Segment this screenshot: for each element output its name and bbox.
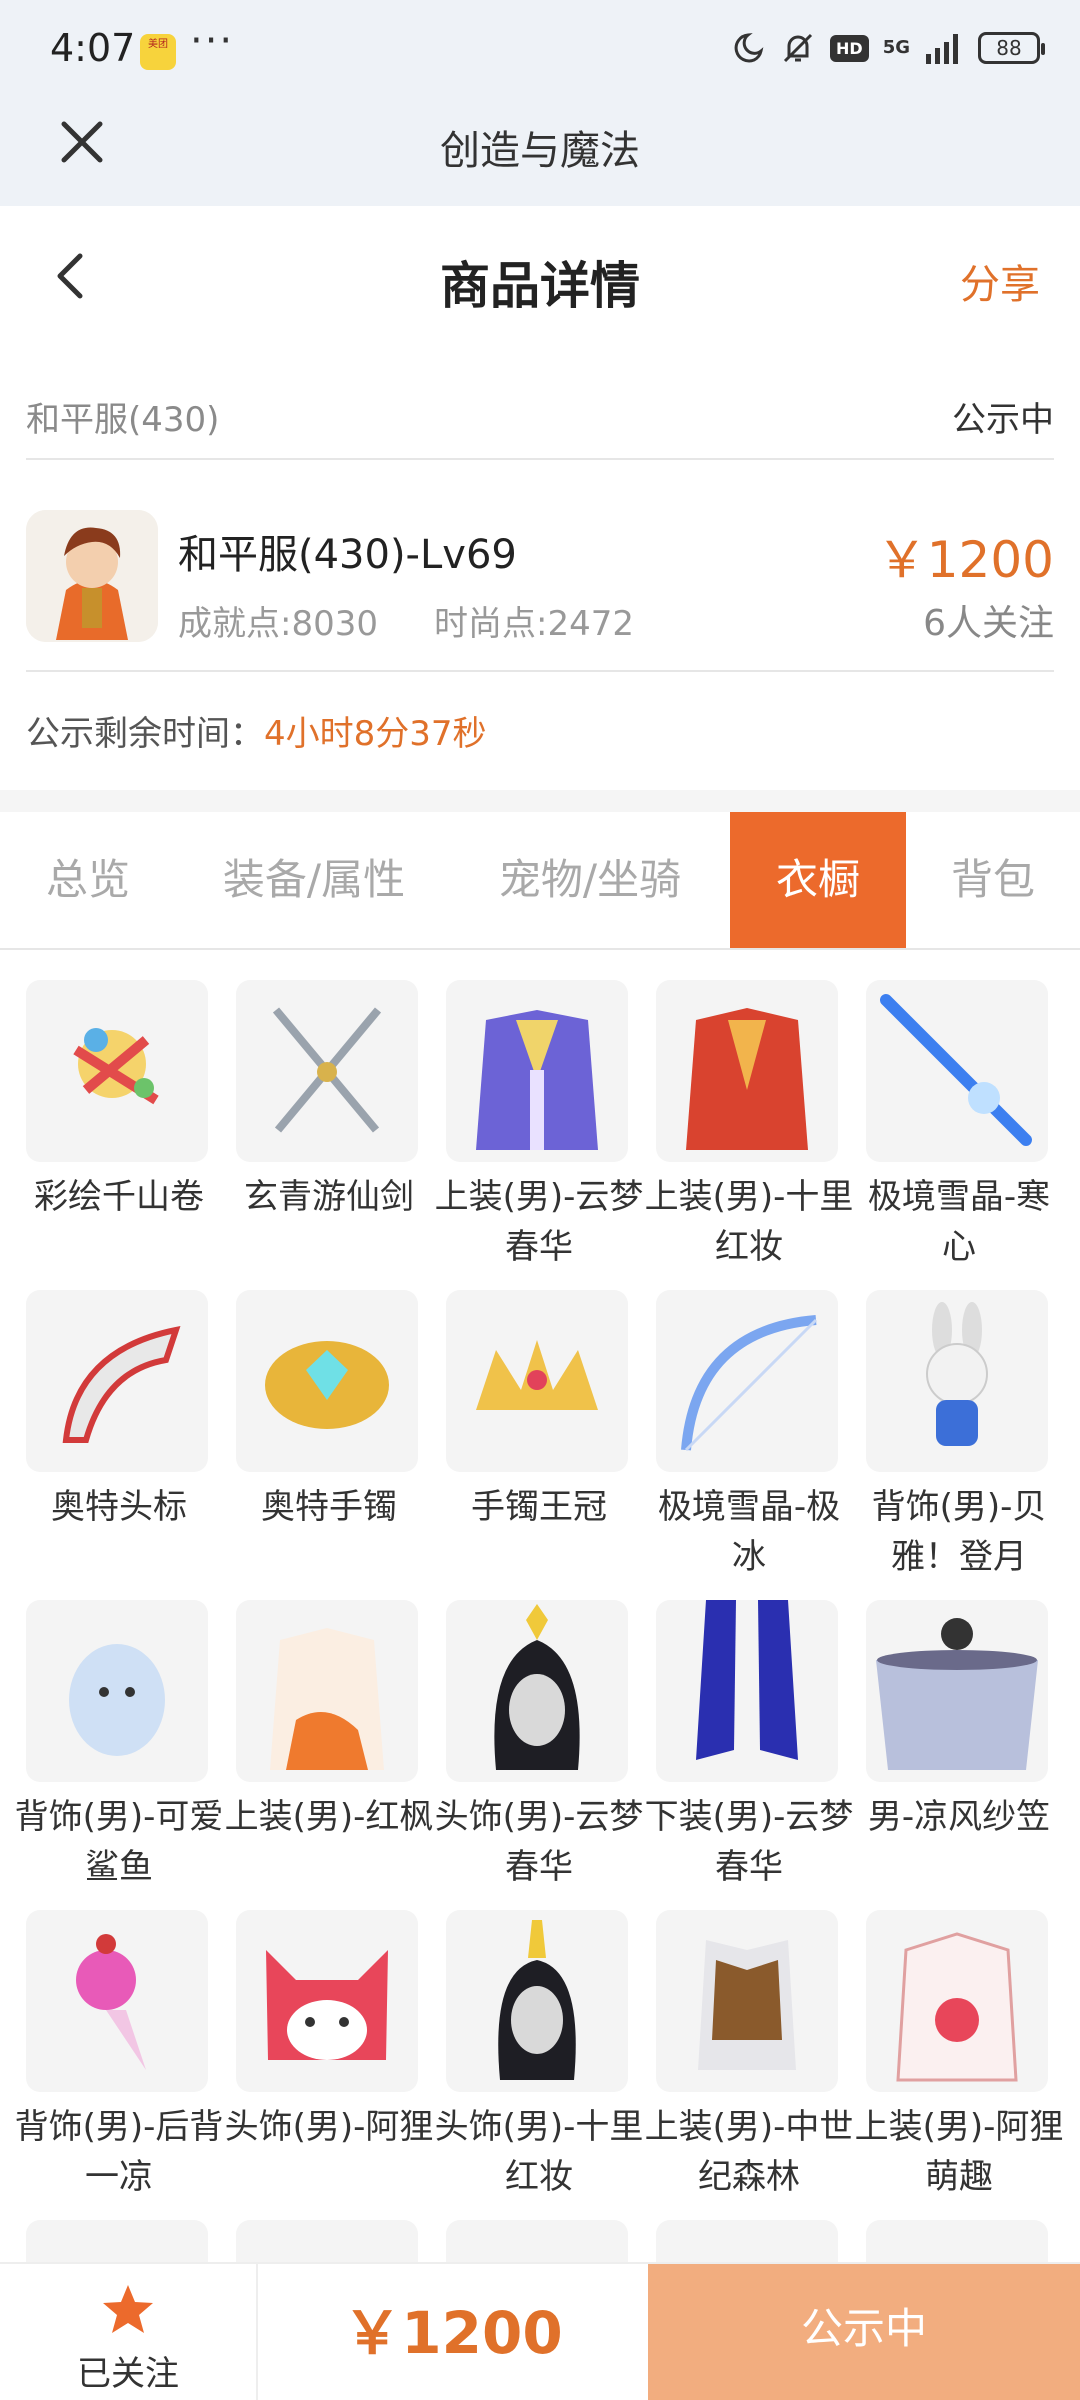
item-name: 背饰(男)-后背一凉: [14, 2107, 224, 2197]
meituan-app-icon: 美团: [140, 34, 176, 70]
item-title: 和平服(430)-Lv69: [178, 532, 517, 578]
ice-cream-icon: [26, 1910, 208, 2092]
item-name: 奥特头标: [51, 1487, 187, 1527]
item-name: 上装(男)-十里红妆: [644, 1177, 854, 1267]
item-name: 上装(男)-红枫: [224, 1797, 434, 1837]
follower-count: 6人关注: [923, 603, 1054, 644]
scroll-icon: [26, 980, 208, 1162]
timer-value: 4小时8分37秒: [264, 714, 487, 754]
server-name: 和平服(430): [26, 400, 220, 440]
bottom-price: ￥1200: [343, 2299, 563, 2367]
moon-icon: [734, 33, 764, 63]
item-name: 下装(男)-云梦春华: [644, 1797, 854, 1887]
bottom-action-bar: 已关注 ￥1200 公示中: [0, 2262, 1080, 2400]
character-icon: [26, 510, 158, 642]
server-status: 公示中: [952, 400, 1054, 440]
item-name: 手镯王冠: [471, 1487, 607, 1527]
item-name: 头饰(男)-阿狸: [224, 2107, 434, 2147]
page-title: 商品详情: [440, 257, 640, 315]
hairpiece-icon: [446, 1910, 628, 2092]
robe-icon: [446, 980, 628, 1162]
item-price: ￥1200: [876, 531, 1054, 589]
item-name: 头饰(男)-云梦春华: [434, 1797, 644, 1887]
fashion-points: 时尚点:2472: [433, 604, 634, 644]
timer-label: 公示剩余时间：: [26, 714, 264, 754]
item-name: 极境雪晶-极冰: [657, 1487, 841, 1577]
crossed-swords-icon: [236, 980, 418, 1162]
publicity-timer: 公示剩余时间：4小时8分37秒: [26, 706, 487, 755]
tab-overview[interactable]: 总览: [0, 812, 176, 948]
boots-icon: [656, 1600, 838, 1782]
more-notifications-icon: ···: [190, 18, 235, 64]
bunny-icon: [866, 1290, 1048, 1472]
ice-sword-icon: [866, 980, 1048, 1162]
hair-ornament-icon: [446, 1600, 628, 1782]
item-name: 玄青游仙剑: [244, 1177, 414, 1217]
hd-icon: HD: [830, 34, 869, 62]
shark-icon: [26, 1600, 208, 1782]
publicity-status-button[interactable]: 公示中: [648, 2264, 1080, 2400]
status-icons: HD 5G 88: [730, 28, 1045, 68]
tab-wardrobe[interactable]: 衣橱: [730, 812, 906, 948]
battery-icon: 88: [978, 32, 1045, 64]
item-name: 头饰(男)-十里红妆: [434, 2107, 644, 2197]
item-name: 上装(男)-阿狸萌趣: [854, 2107, 1064, 2197]
share-button[interactable]: 分享: [960, 252, 1040, 310]
item-name: 彩绘千山卷: [34, 1177, 204, 1217]
item-name: 极境雪晶-寒心: [867, 1177, 1051, 1267]
server-row: 和平服(430) 公示中: [26, 370, 1054, 460]
item-name: 背饰(男)-贝雅！登月: [871, 1487, 1047, 1577]
mute-bell-icon: [783, 33, 813, 63]
nav-bar: 商品详情 分享: [0, 206, 1080, 346]
follow-label: 已关注: [77, 2354, 179, 2394]
item-name: 男-凉风纱笠: [867, 1797, 1051, 1837]
tab-backpack[interactable]: 背包: [906, 812, 1080, 948]
hoodie-icon: [866, 1910, 1048, 2092]
item-name: 上装(男)-云梦春华: [434, 1177, 644, 1267]
section-divider: [0, 790, 1080, 812]
item-name: 上装(男)-中世纪森林: [644, 2107, 854, 2197]
maple-robe-icon: [236, 1600, 418, 1782]
character-avatar: [26, 510, 158, 642]
detail-tabs: 总览 装备/属性 宠物/坐骑 衣橱 背包: [0, 812, 1080, 950]
vest-icon: [656, 1910, 838, 2092]
fox-head-icon: [236, 1910, 418, 2092]
item-name: 背饰(男)-可爱鲨鱼: [14, 1797, 224, 1887]
status-time: 4:07: [50, 26, 136, 70]
item-name: 奥特手镯: [261, 1487, 397, 1527]
app-header: 创造与魔法: [0, 96, 1080, 206]
tab-pets[interactable]: 宠物/坐骑: [452, 812, 728, 948]
tab-equipment[interactable]: 装备/属性: [176, 812, 452, 948]
ice-bow-icon: [656, 1290, 838, 1472]
bracelet-icon: [236, 1290, 418, 1472]
star-icon: [103, 2285, 153, 2333]
status-bar: 4:07 美团 ··· HD 5G 88: [0, 0, 1080, 96]
item-summary: 和平服(430)-Lv69 成就点:8030 时尚点:2472 ￥1200 6人…: [26, 482, 1054, 672]
achievement-points: 成就点:8030: [178, 604, 378, 644]
wardrobe-grid: 彩绘千山卷 玄青游仙剑 上装(男)-云梦春华 上装(男)-十里红妆 极境雪晶-寒…: [0, 950, 1080, 2262]
network-type: 5G: [882, 37, 910, 58]
signal-icon: [926, 34, 958, 64]
follow-button[interactable]: 已关注: [0, 2264, 258, 2400]
crown-icon: [446, 1290, 628, 1472]
item-stats: 成就点:8030 时尚点:2472: [178, 596, 634, 645]
headband-icon: [26, 1290, 208, 1472]
red-robe-icon: [656, 980, 838, 1162]
app-title: 创造与魔法: [440, 128, 640, 174]
veil-hat-icon: [866, 1600, 1048, 1782]
